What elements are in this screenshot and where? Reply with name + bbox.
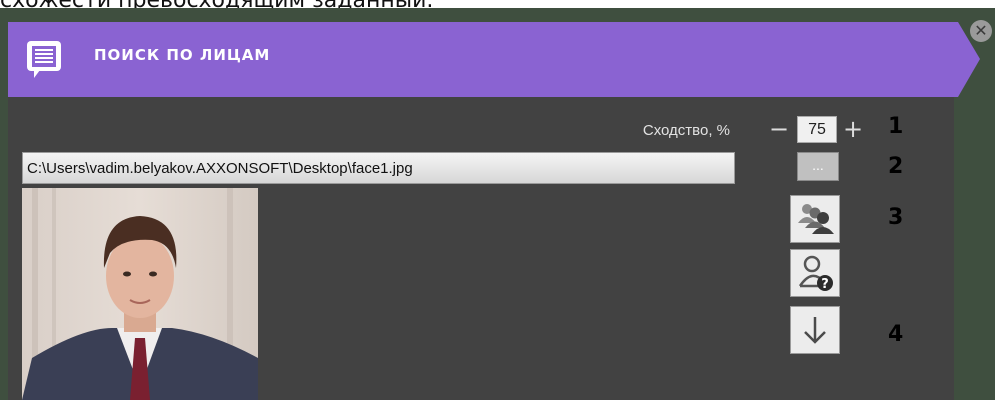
increase-similarity-button[interactable]: + xyxy=(842,116,864,142)
search-faces-button[interactable] xyxy=(790,195,840,243)
panel-title: ПОИСК ПО ЛИЦАМ xyxy=(94,46,271,64)
callout-3: 3 xyxy=(888,205,904,230)
person-question-icon: ? xyxy=(798,255,833,292)
similarity-label: Сходство, % xyxy=(642,122,730,139)
callout-2: 2 xyxy=(888,154,904,179)
face-photo xyxy=(22,188,258,400)
similarity-input[interactable] xyxy=(797,116,837,143)
unknown-person-button[interactable]: ? xyxy=(790,249,840,297)
panel-header: ПОИСК ПО ЛИЦАМ xyxy=(8,22,980,97)
people-group-icon xyxy=(798,204,834,234)
callout-1: 1 xyxy=(888,114,904,139)
document-text: схожести превосходящим заданный. xyxy=(0,0,434,13)
download-button[interactable] xyxy=(790,306,840,354)
browse-button[interactable]: ... xyxy=(797,152,839,181)
callout-4: 4 xyxy=(888,322,904,347)
close-icon[interactable]: ✕ xyxy=(970,20,992,42)
file-path-field[interactable] xyxy=(22,152,735,184)
decrease-similarity-button[interactable]: − xyxy=(768,116,790,142)
document-list-icon xyxy=(27,41,61,78)
arrow-down-icon xyxy=(804,317,826,344)
svg-text:?: ? xyxy=(821,277,829,292)
